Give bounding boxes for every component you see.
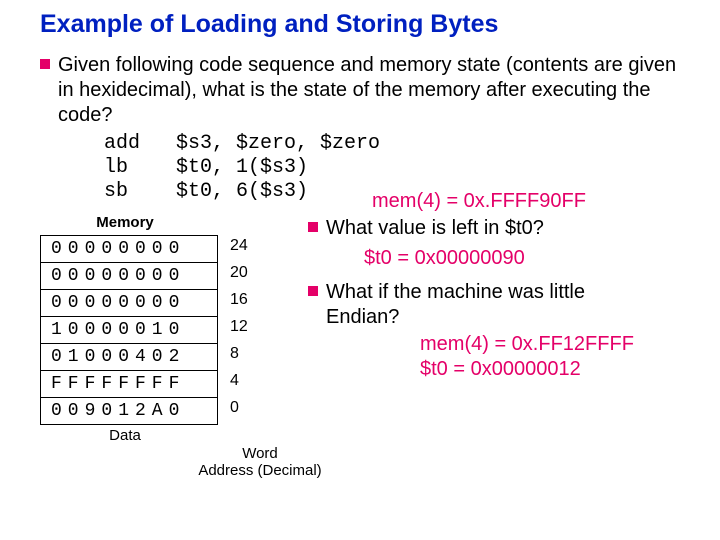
memory-column: Memory 0000000024 0000000020 0000000016 … [40,214,300,479]
mem-data: 009012A0 [41,398,218,425]
q1-text: What value is left in $t0? [326,216,544,241]
q2-answer-line1: mem(4) = 0x.FF12FFFF [420,333,634,355]
bullet-square-icon [308,222,318,232]
bullet-square-icon [40,59,50,69]
table-row: 0000000016 [41,290,250,317]
mem-data: 10000010 [41,317,218,344]
q2-text-line1: What if the machine was little [326,280,585,305]
intro-bullet: Given following code sequence and memory… [40,53,680,128]
mem-data: 00000000 [41,290,218,317]
table-row: 0000000020 [41,263,250,290]
memory-table: 0000000024 0000000020 0000000016 1000001… [40,235,250,425]
table-row: 0000000024 [41,236,250,263]
mem4-answer: mem(4) = 0x.FFFF90FF [372,190,586,213]
mem-addr: 20 [218,263,250,290]
q2-answer: mem(4) = 0x.FF12FFFF $t0 = 0x00000012 [420,332,680,382]
intro-text: Given following code sequence and memory… [58,53,680,128]
table-row: FFFFFFFF4 [41,371,250,398]
q1-bullet: What value is left in $t0? [308,216,680,241]
slide-title: Example of Loading and Storing Bytes [40,10,680,39]
mem-data: 01000402 [41,344,218,371]
table-row: 1000001012 [41,317,250,344]
q2-answer-line2: $t0 = 0x00000012 [420,358,581,380]
mem-data: FFFFFFFF [41,371,218,398]
mem-addr: 24 [218,236,250,263]
table-row: 009012A00 [41,398,250,425]
data-label: Data [40,427,210,444]
q1-answer: $t0 = 0x00000090 [364,247,680,270]
table-row: 010004028 [41,344,250,371]
mem-addr: 0 [218,398,250,425]
memory-header: Memory [40,214,210,231]
questions-column: What value is left in $t0? $t0 = 0x00000… [300,214,680,479]
mem-addr: 8 [218,344,250,371]
bullet-square-icon [308,286,318,296]
q2-text-line2: Endian? [326,305,585,330]
mem-data: 00000000 [41,236,218,263]
mem-addr: 12 [218,317,250,344]
q2-bullet: What if the machine was little Endian? [308,280,680,330]
word-label-line1: Word [242,445,278,462]
mem-data: 00000000 [41,263,218,290]
mem-addr: 16 [218,290,250,317]
mem-addr: 4 [218,371,250,398]
